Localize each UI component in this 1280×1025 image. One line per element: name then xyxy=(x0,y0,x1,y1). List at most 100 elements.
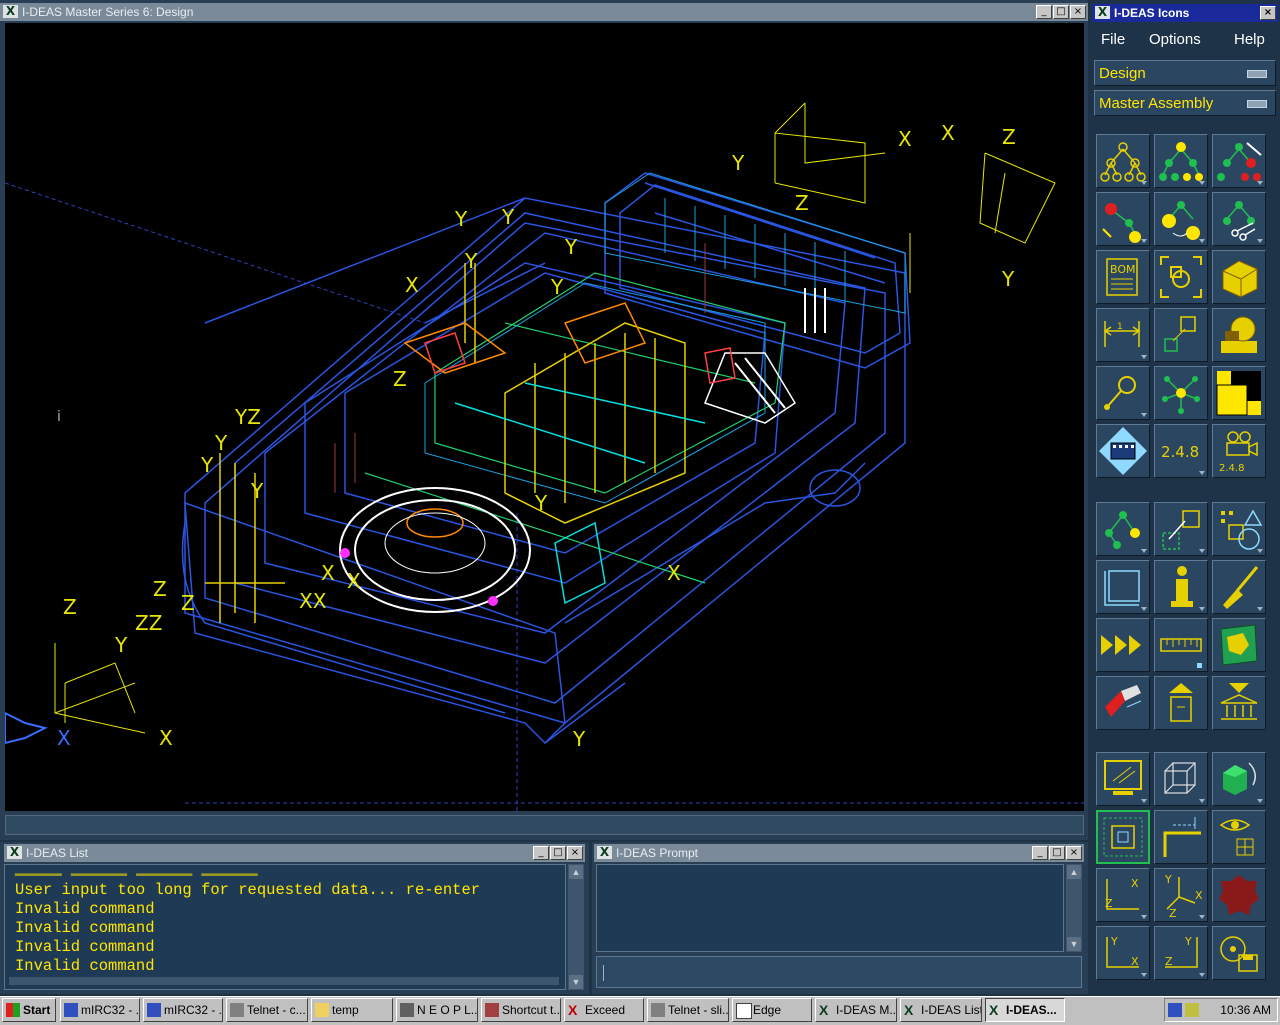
film-strip-icon[interactable] xyxy=(1096,424,1150,478)
shapes-icon[interactable] xyxy=(1212,502,1266,556)
eraser-icon[interactable] xyxy=(1096,676,1150,730)
camera-numbers-icon[interactable]: 2.4.8 xyxy=(1212,424,1266,478)
small-mark: i xyxy=(57,409,61,425)
taskbar-item-exceed[interactable]: X Exceed xyxy=(564,998,644,1022)
axis-label: Y xyxy=(1002,267,1015,291)
list-titlebar[interactable]: X I-DEAS List _ □ × xyxy=(4,844,585,862)
taskbar-item-telnet-2[interactable]: Telnet - sli... xyxy=(647,998,729,1022)
svg-text:Z: Z xyxy=(1105,897,1113,910)
axis-label: X xyxy=(941,121,955,145)
constraint-icon[interactable] xyxy=(1096,502,1150,556)
close-button[interactable]: × xyxy=(567,846,583,860)
maximize-button[interactable]: □ xyxy=(1053,5,1069,19)
maximize-button[interactable]: □ xyxy=(550,846,566,860)
viewport-status-bar xyxy=(5,815,1084,835)
sketch-plane-icon[interactable] xyxy=(1096,560,1150,614)
paintbrush-icon[interactable] xyxy=(1212,560,1266,614)
view-xyz-icon[interactable]: Y X Z xyxy=(1154,868,1208,922)
icons-titlebar[interactable]: X I-DEAS Icons × xyxy=(1092,4,1278,22)
taskbar-item-neopl[interactable]: N E O P L... xyxy=(396,998,478,1022)
store-icon[interactable] xyxy=(1212,676,1266,730)
tray-app-icon[interactable] xyxy=(1168,1003,1182,1017)
scroll-up-arrow-icon[interactable]: ▲ xyxy=(569,865,583,879)
start-button[interactable]: Start xyxy=(2,998,56,1022)
axis-label: Y xyxy=(115,633,128,657)
taskbar-item-ideas-list[interactable]: X I-DEAS List xyxy=(900,998,982,1022)
list-line: Invalid command xyxy=(15,919,155,937)
close-button[interactable]: × xyxy=(1070,5,1086,19)
minimize-button[interactable]: _ xyxy=(533,846,549,860)
tray-clock[interactable]: 10:36 AM xyxy=(1220,1003,1271,1017)
menu-file[interactable]: File xyxy=(1101,31,1125,48)
list-line: Invalid command xyxy=(15,938,155,956)
list-output-area[interactable]: ━━━━━ ━━━━━━ ━━━━━━ ━━━━━━ User input to… xyxy=(4,864,566,990)
book-icon[interactable] xyxy=(1212,618,1266,672)
bom-icon[interactable]: BOM xyxy=(1096,250,1150,304)
wireframe-cube-icon[interactable] xyxy=(1154,752,1208,806)
menu-help[interactable]: Help xyxy=(1234,31,1265,48)
monitor-icon[interactable] xyxy=(1096,752,1150,806)
scroll-down-arrow-icon[interactable]: ▼ xyxy=(1067,937,1081,951)
ruler-icon[interactable] xyxy=(1154,618,1208,672)
main-titlebar[interactable]: X I-DEAS Master Series 6: Design _ □ × xyxy=(0,3,1088,21)
disk-icon[interactable] xyxy=(1212,926,1266,980)
taskbar-item-mirc-2[interactable]: mIRC32 - ... xyxy=(143,998,223,1022)
maximize-button[interactable]: □ xyxy=(1049,846,1065,860)
taskbar-item-edge[interactable]: Edge xyxy=(732,998,812,1022)
prompt-vertical-scrollbar[interactable]: ▲ ▼ xyxy=(1066,864,1082,952)
menu-options[interactable]: Options xyxy=(1149,31,1201,48)
vertical-scrollbar[interactable]: ▲ ▼ xyxy=(568,864,584,990)
application-selector[interactable]: Design xyxy=(1094,60,1276,86)
taskbar-item-shortcut[interactable]: Shortcut t... xyxy=(481,998,561,1022)
task-selector[interactable]: Master Assembly xyxy=(1094,90,1276,116)
corner-icon[interactable] xyxy=(1154,810,1208,864)
minimize-button[interactable]: _ xyxy=(1036,5,1052,19)
red-blob-icon[interactable] xyxy=(1212,868,1266,922)
minimize-button[interactable]: _ xyxy=(1032,846,1048,860)
view-xz-icon[interactable]: XZ xyxy=(1096,868,1150,922)
swap-instance-icon[interactable] xyxy=(1154,192,1208,246)
taskbar-item-mirc-1[interactable]: mIRC32 - ... xyxy=(60,998,140,1022)
eye-icon[interactable] xyxy=(1212,810,1266,864)
hierarchy-icon[interactable] xyxy=(1096,134,1150,188)
telnet-icon xyxy=(230,1003,244,1017)
taskbar-item-label: mIRC32 - ... xyxy=(81,1003,140,1017)
tray-network-icon[interactable] xyxy=(1185,1003,1199,1017)
prompt-history-area[interactable] xyxy=(596,864,1064,952)
taskbar-item-temp[interactable]: temp xyxy=(311,998,393,1022)
horizontal-scrollbar[interactable] xyxy=(9,977,559,985)
layer-icon[interactable] xyxy=(1212,366,1266,420)
part-library-icon[interactable] xyxy=(1212,250,1266,304)
taskbar-item-ideas-active[interactable]: X I-DEAS... xyxy=(985,998,1065,1022)
prompt-input-field[interactable] xyxy=(596,956,1082,988)
info-icon[interactable] xyxy=(1154,560,1208,614)
fit-frame-icon[interactable] xyxy=(1154,250,1208,304)
cut-hierarchy-icon[interactable] xyxy=(1212,192,1266,246)
graphics-viewport[interactable]: Y Z X X Z Y Y Y Y Y Y X Z YZ Y Y Y Z Z Z… xyxy=(5,23,1084,811)
reorient-icon[interactable] xyxy=(1154,502,1208,556)
view-zy-icon[interactable]: YZ xyxy=(1154,926,1208,980)
taskbar-item-ideas-master[interactable]: X I-DEAS M... xyxy=(815,998,897,1022)
axis-label: XX xyxy=(299,589,327,613)
axis-label: Z xyxy=(1002,125,1016,149)
view-yx-icon[interactable]: YX xyxy=(1096,926,1150,980)
dimension-icon[interactable]: 1 xyxy=(1096,308,1150,362)
prompt-titlebar[interactable]: X I-DEAS Prompt _ □ × xyxy=(594,844,1084,862)
place-instance-icon[interactable] xyxy=(1154,308,1208,362)
scroll-down-arrow-icon[interactable]: ▼ xyxy=(569,975,583,989)
zoom-box-icon[interactable] xyxy=(1096,810,1150,864)
shaded-cube-icon[interactable] xyxy=(1212,752,1266,806)
close-button[interactable]: × xyxy=(1066,846,1082,860)
add-to-hierarchy-icon[interactable] xyxy=(1096,192,1150,246)
hierarchy-remove-icon[interactable] xyxy=(1212,134,1266,188)
numbers-icon[interactable]: 2.4.8 xyxy=(1154,424,1208,478)
scroll-up-arrow-icon[interactable]: ▲ xyxy=(1067,865,1081,879)
taskbar-item-telnet-1[interactable]: Telnet - c... xyxy=(226,998,308,1022)
robot-arm-icon[interactable] xyxy=(1212,308,1266,362)
forward-arrows-icon[interactable] xyxy=(1096,618,1150,672)
relocate-icon[interactable] xyxy=(1096,366,1150,420)
close-button[interactable]: × xyxy=(1260,6,1276,20)
put-away-icon[interactable] xyxy=(1154,676,1208,730)
network-icon[interactable] xyxy=(1154,366,1208,420)
hierarchy-select-icon[interactable] xyxy=(1154,134,1208,188)
